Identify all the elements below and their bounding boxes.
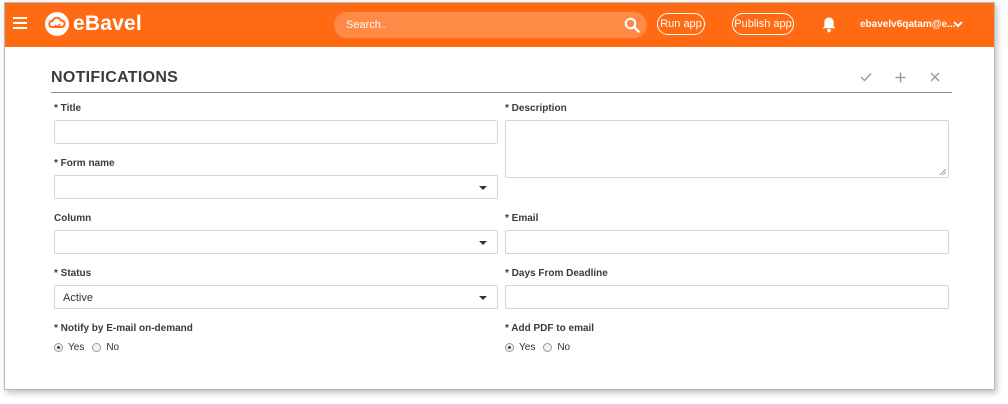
status-select[interactable]: Active	[54, 285, 498, 309]
add-button[interactable]	[895, 72, 906, 83]
form-name-label: * Form name	[54, 158, 115, 169]
run-app-button[interactable]: Run app	[657, 13, 705, 35]
notify-yes-label[interactable]: Yes	[68, 342, 84, 353]
notify-yes-radio[interactable]	[54, 343, 63, 352]
close-button[interactable]	[930, 72, 940, 82]
column-select[interactable]	[54, 230, 498, 254]
bell-icon[interactable]	[821, 16, 837, 33]
caret-down-icon	[479, 241, 487, 245]
resize-handle-icon[interactable]	[940, 169, 946, 175]
add-pdf-radio-group: Yes No	[505, 342, 578, 353]
save-button[interactable]	[860, 72, 872, 82]
caret-down-icon	[479, 296, 487, 300]
app-logo[interactable]: eBavel	[45, 12, 142, 36]
search-input[interactable]	[346, 12, 616, 38]
title-divider	[51, 92, 952, 93]
check-icon	[860, 73, 872, 82]
description-textarea[interactable]	[505, 120, 949, 178]
notify-no-label[interactable]: No	[106, 342, 119, 353]
top-bar: eBavel Run app Publish app ebavelv6qatam…	[5, 3, 994, 47]
close-icon	[930, 72, 940, 82]
notify-radio-group: Yes No	[54, 342, 127, 353]
title-label: * Title	[54, 103, 82, 114]
days-from-deadline-label: * Days From Deadline	[505, 268, 608, 279]
email-label: * Email	[505, 213, 539, 224]
title-input[interactable]	[54, 120, 498, 144]
pdf-yes-radio[interactable]	[505, 343, 514, 352]
pdf-no-radio[interactable]	[543, 343, 553, 352]
notify-label: * Notify by E-mail on-demand	[54, 323, 193, 334]
app-window: eBavel Run app Publish app ebavelv6qatam…	[4, 2, 995, 390]
user-account[interactable]: ebavelv6qatam@e...	[860, 19, 955, 30]
column-label: Column	[54, 213, 92, 224]
menu-icon[interactable]	[13, 17, 27, 29]
add-pdf-label: * Add PDF to email	[505, 323, 595, 334]
pdf-yes-label[interactable]: Yes	[519, 342, 535, 353]
description-label: * Description	[505, 103, 567, 114]
publish-app-button[interactable]: Publish app	[732, 13, 794, 35]
search-icon[interactable]	[624, 17, 640, 33]
app-name: eBavel	[73, 12, 142, 35]
email-input[interactable]	[505, 230, 949, 254]
caret-down-icon	[479, 186, 487, 190]
page-title: NOTIFICATIONS	[51, 69, 179, 86]
days-from-deadline-input[interactable]	[505, 285, 949, 309]
chevron-down-icon[interactable]	[953, 20, 963, 28]
search-box	[334, 12, 647, 38]
notify-no-radio[interactable]	[92, 343, 102, 352]
plus-icon	[895, 72, 906, 83]
form-name-select[interactable]	[54, 175, 498, 199]
status-label: * Status	[54, 268, 92, 279]
pdf-no-label[interactable]: No	[557, 342, 570, 353]
cloud-logo-icon	[45, 12, 69, 36]
status-value: Active	[63, 292, 93, 304]
